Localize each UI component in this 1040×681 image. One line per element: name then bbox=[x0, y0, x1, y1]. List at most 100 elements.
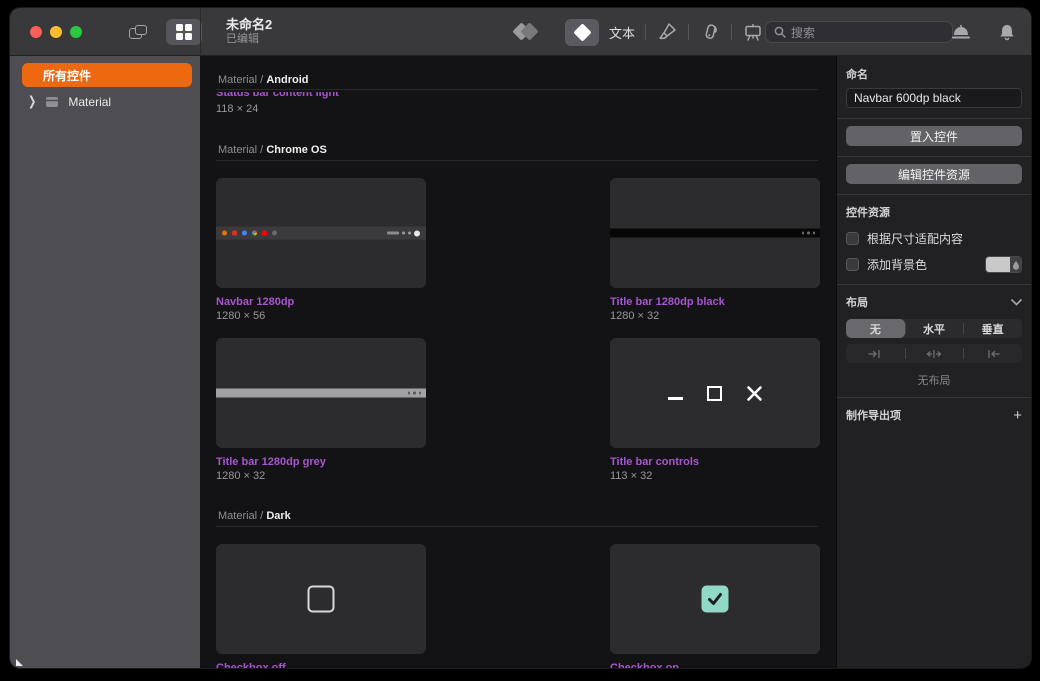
section-header-android: Material / Android bbox=[218, 74, 308, 86]
section-divider bbox=[216, 160, 818, 161]
component-name[interactable]: Checkbox on bbox=[610, 662, 679, 668]
component-card-titlebar-grey[interactable] bbox=[216, 338, 426, 448]
arrange-right-to-left-option[interactable] bbox=[963, 344, 1022, 363]
titlebar: 未命名2 已编辑 文本 bbox=[10, 8, 1031, 56]
minimize-icon bbox=[668, 397, 683, 400]
status-dot bbox=[408, 232, 411, 235]
name-section-label: 命名 bbox=[846, 66, 1022, 82]
color-swatch[interactable] bbox=[986, 257, 1010, 272]
component-name[interactable]: Checkbox off bbox=[216, 662, 286, 668]
control-dot bbox=[419, 392, 422, 395]
section-prefix: Material / bbox=[218, 74, 263, 86]
search-input[interactable]: 搜索 bbox=[765, 21, 953, 43]
color-picker-icon[interactable] bbox=[1010, 257, 1021, 272]
component-label-clipped[interactable]: Status bar content light bbox=[216, 92, 516, 101]
close-window-button[interactable] bbox=[30, 26, 42, 38]
grid-icon bbox=[176, 24, 192, 40]
resources-section-label: 控件资源 bbox=[846, 204, 1022, 220]
components-view-button[interactable] bbox=[166, 19, 202, 45]
component-name[interactable]: Navbar 1280dp bbox=[216, 296, 294, 308]
component-card-checkbox-off[interactable] bbox=[216, 544, 426, 654]
document-name: 未命名2 bbox=[226, 18, 272, 33]
component-card-checkbox-on[interactable] bbox=[610, 544, 820, 654]
canvas-view-button[interactable] bbox=[120, 19, 156, 45]
background-color-well[interactable] bbox=[985, 256, 1022, 273]
titlebar-black-thumbnail bbox=[610, 229, 820, 238]
toolbar-divider bbox=[731, 24, 732, 40]
layout-direction-segmented-control: 无 水平 垂直 bbox=[846, 319, 1022, 338]
component-name: Status bar content light bbox=[216, 92, 516, 99]
component-card-titlebar-controls[interactable] bbox=[610, 338, 820, 448]
sidebar: 所有控件 ❯ Material bbox=[10, 56, 200, 668]
component-size: 1280 × 56 bbox=[216, 310, 265, 322]
section-prefix: Material / bbox=[218, 510, 263, 522]
layout-horizontal-option[interactable]: 水平 bbox=[905, 319, 964, 338]
avatar bbox=[414, 230, 420, 236]
checkbox-off-icon bbox=[308, 586, 335, 613]
edit-component-source-button[interactable]: 编辑控件资源 bbox=[846, 164, 1022, 184]
component-card-navbar-1280dp[interactable] bbox=[216, 178, 426, 288]
insert-component-tool-button[interactable] bbox=[565, 19, 599, 46]
app-dot-icon bbox=[242, 231, 247, 236]
publish-dome-icon[interactable] bbox=[949, 21, 973, 43]
component-card-titlebar-black[interactable] bbox=[610, 178, 820, 288]
layout-none-option[interactable]: 无 bbox=[846, 319, 905, 338]
maximize-icon bbox=[707, 386, 722, 401]
layout-arrange-segmented-control bbox=[846, 344, 1022, 363]
insert-component-button[interactable]: 置入控件 bbox=[846, 126, 1022, 146]
app-dot-icon bbox=[232, 231, 237, 236]
component-box-icon bbox=[44, 95, 60, 109]
sidebar-item-material[interactable]: ❯ Material bbox=[28, 95, 200, 109]
add-export-button[interactable]: + bbox=[1013, 408, 1022, 423]
window-controls-thumbnail bbox=[610, 338, 820, 448]
component-size: 1280 × 32 bbox=[216, 470, 265, 482]
inspector-panel: 命名 置入控件 编辑控件资源 控件资源 根据尺寸适配内容 添加背景色 布局 bbox=[836, 56, 1031, 668]
text-tool-button[interactable]: 文本 bbox=[609, 23, 635, 42]
component-name[interactable]: Title bar 1280dp black bbox=[610, 296, 725, 308]
toolbar-divider bbox=[645, 24, 646, 40]
overlapping-windows-icon bbox=[129, 25, 147, 39]
minimize-window-button[interactable] bbox=[50, 26, 62, 38]
zoom-window-button[interactable] bbox=[70, 26, 82, 38]
section-prefix: Material / bbox=[218, 144, 263, 156]
section-divider bbox=[216, 526, 818, 527]
fit-content-label: 根据尺寸适配内容 bbox=[867, 230, 963, 247]
no-layout-status: 无布局 bbox=[846, 372, 1022, 388]
component-name[interactable]: Title bar controls bbox=[610, 456, 699, 468]
titlebar-divider bbox=[200, 8, 201, 56]
layout-vertical-option[interactable]: 垂直 bbox=[963, 319, 1022, 338]
control-dot bbox=[413, 392, 416, 395]
section-title: Android bbox=[266, 74, 308, 86]
notifications-bell-icon[interactable] bbox=[997, 21, 1017, 43]
fit-content-checkbox[interactable] bbox=[846, 232, 859, 245]
section-title: Chrome OS bbox=[266, 144, 327, 156]
component-name-input[interactable] bbox=[846, 88, 1022, 108]
control-dot bbox=[802, 232, 805, 235]
arrange-center-out-option[interactable] bbox=[905, 344, 964, 363]
app-dot-icon bbox=[252, 231, 257, 236]
window-controls bbox=[30, 26, 82, 38]
add-background-checkbox[interactable] bbox=[846, 258, 859, 271]
chevron-down-icon[interactable] bbox=[1011, 293, 1022, 311]
document-title: 未命名2 已编辑 bbox=[226, 18, 272, 46]
style-brush-icon[interactable] bbox=[656, 21, 678, 43]
window-resize-grip[interactable] bbox=[16, 659, 23, 666]
section-divider bbox=[216, 89, 818, 90]
section-header-dark: Material / Dark bbox=[218, 510, 291, 522]
artboard-easel-icon[interactable] bbox=[742, 21, 764, 43]
components-library-icon[interactable] bbox=[515, 24, 539, 40]
sidebar-item-all-components[interactable]: 所有控件 bbox=[22, 63, 192, 87]
component-size: 118 × 24 bbox=[216, 103, 258, 115]
section-header-chromeos: Material / Chrome OS bbox=[218, 144, 327, 156]
arrange-left-to-right-option[interactable] bbox=[846, 344, 905, 363]
navbar-status-area bbox=[387, 230, 420, 236]
search-placeholder: 搜索 bbox=[791, 24, 815, 41]
app-window: 未命名2 已编辑 文本 bbox=[10, 8, 1031, 668]
control-dot bbox=[813, 232, 816, 235]
titlebar-grey-thumbnail bbox=[216, 389, 426, 398]
component-name[interactable]: Title bar 1280dp grey bbox=[216, 456, 326, 468]
component-size: 113 × 32 bbox=[610, 470, 652, 482]
control-dot bbox=[807, 232, 810, 235]
mirror-device-icon[interactable] bbox=[699, 21, 721, 43]
chevron-right-icon[interactable]: ❯ bbox=[28, 95, 36, 109]
